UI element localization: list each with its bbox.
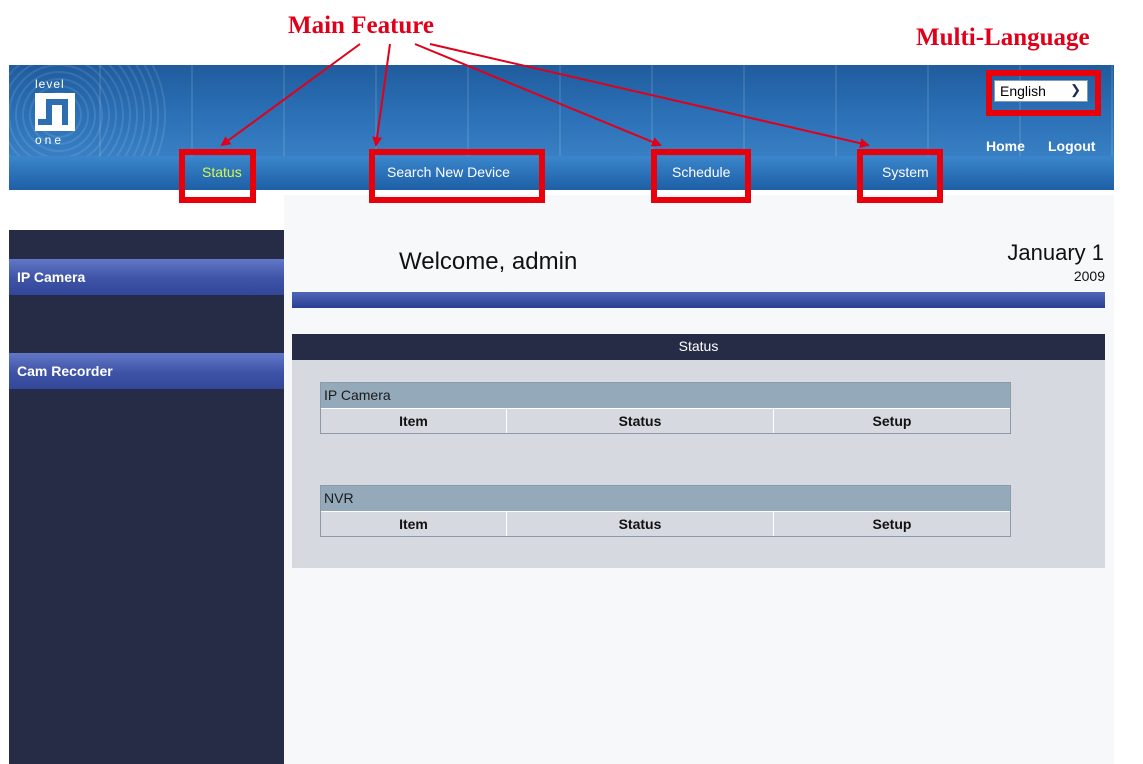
column-header-item: Item [321,409,506,433]
logout-link[interactable]: Logout [1048,138,1095,154]
sidebar-item-cam-recorder[interactable]: Cam Recorder [9,353,284,389]
sidebar-item-ip-camera[interactable]: IP Camera [9,259,284,295]
ip-camera-status-table: IP Camera Item Status Setup [320,382,1011,434]
status-panel: Status IP Camera Item Status Setup NVR I… [292,334,1105,568]
highlight-box-system [857,149,943,203]
main-feature-callout: Main Feature [288,12,435,39]
levelone-logo: level one [35,77,85,149]
header-banner: level one [9,65,1114,165]
column-header-setup: Setup [774,409,1010,433]
nvr-status-table: NVR Item Status Setup [320,485,1011,537]
highlight-box-schedule [651,149,751,203]
status-panel-title: Status [292,334,1105,360]
home-link[interactable]: Home [986,138,1025,154]
logo-mark-icon [35,93,75,131]
logo-top-text: level [35,77,65,91]
highlight-box-status [179,149,256,203]
column-header-item: Item [321,512,506,536]
table-title: IP Camera [321,383,1010,408]
welcome-message: Welcome, admin [399,248,578,275]
highlight-box-language [986,70,1101,116]
sidebar: IP Camera Cam Recorder [9,230,284,764]
main-nav-bar: Status Search New Device Schedule System [9,156,1114,190]
logo-bottom-text: one [35,133,65,147]
date-day: January 1 [1007,240,1104,265]
table-title: NVR [321,486,1010,511]
date-year: 2009 [1073,268,1105,284]
title-divider-bar [292,292,1105,308]
column-header-status: Status [507,512,773,536]
multi-language-callout: Multi-Language [916,24,1090,51]
column-header-status: Status [507,409,773,433]
column-header-setup: Setup [774,512,1010,536]
highlight-box-search-new-device [369,149,545,203]
